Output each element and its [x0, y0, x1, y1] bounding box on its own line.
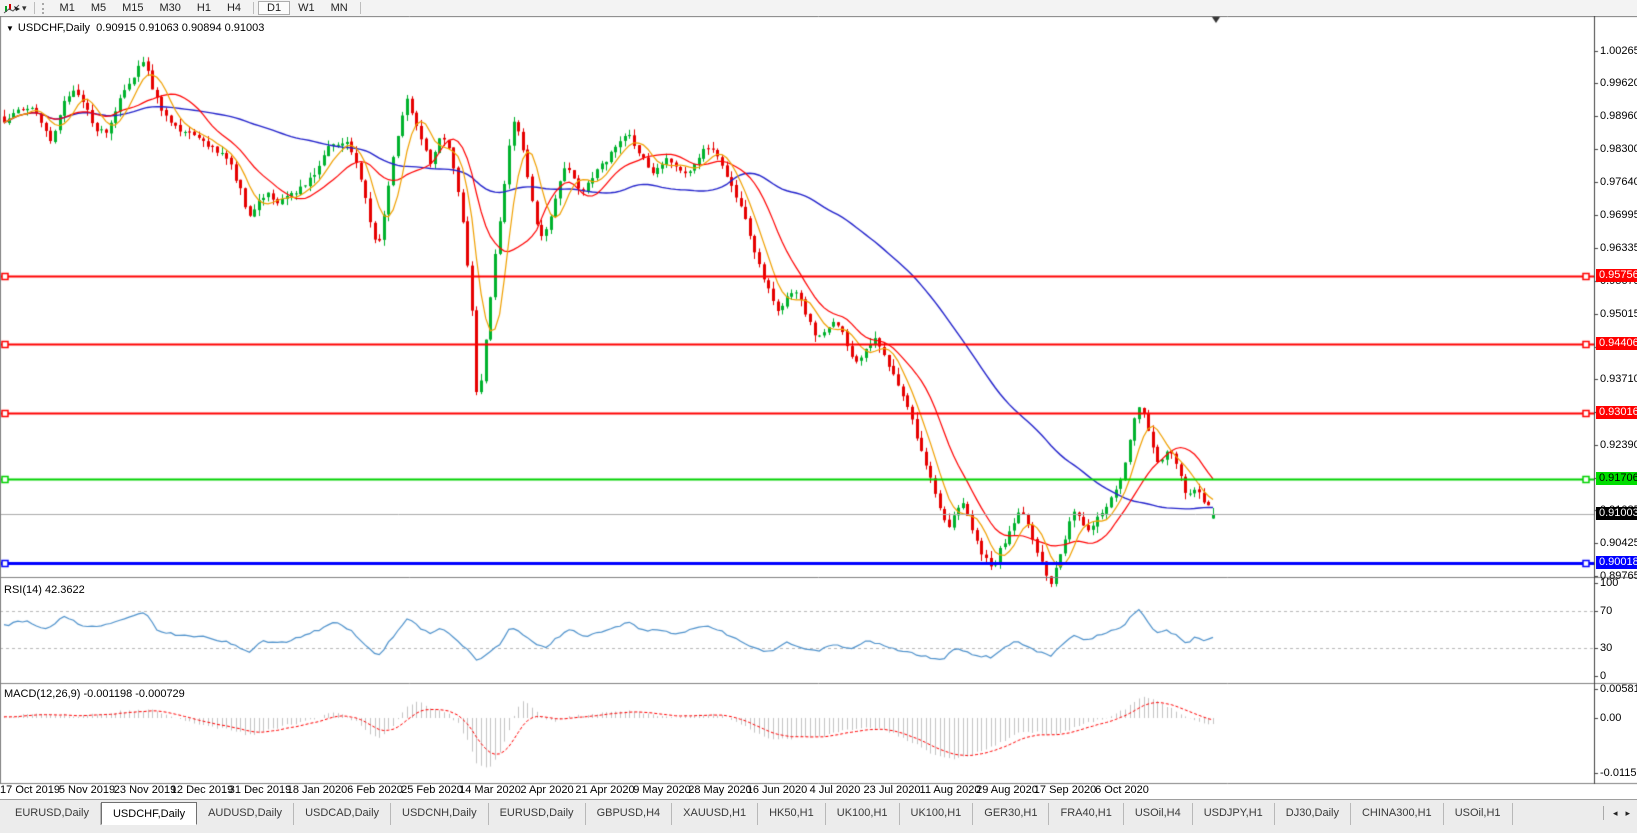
- macd-tick-label: 0.00: [1600, 712, 1637, 724]
- timeframe-m30[interactable]: M30: [152, 1, 189, 15]
- timeframe-w1[interactable]: W1: [290, 1, 323, 15]
- price-tick-label: 0.92390: [1600, 439, 1637, 451]
- chart-tab-bar: EURUSD,DailyUSDCHF,DailyAUDUSD,DailyUSDC…: [0, 799, 1637, 833]
- timeframe-toolbar: ▾ M1M5M15M30H1H4 D1W1MN: [0, 0, 1637, 17]
- price-badge-0.95756: 0.95756: [1596, 269, 1637, 282]
- chart-tab-eurusd-daily[interactable]: EURUSD,Daily: [489, 803, 586, 825]
- chart-tab-usdcad-daily[interactable]: USDCAD,Daily: [294, 803, 391, 825]
- price-tick-label: 1.00265: [1600, 45, 1637, 57]
- chart-canvas[interactable]: [0, 16, 1637, 799]
- price-tick-label: 0.90425: [1600, 537, 1637, 549]
- chart-tab-fra40-h1[interactable]: FRA40,H1: [1049, 803, 1123, 825]
- date-tick-label: 4 Jul 2020: [810, 784, 861, 796]
- date-tick-label: 31 Dec 2019: [229, 784, 291, 796]
- macd-tick-label: 0.005818: [1600, 683, 1637, 695]
- dropdown-caret-icon[interactable]: ▾: [22, 3, 27, 14]
- date-tick-label: 21 Apr 2020: [575, 784, 634, 796]
- chart-title: ▼ USDCHF,Daily 0.90915 0.91063 0.90894 0.…: [6, 22, 264, 34]
- chart-tab-gbpusd-h4[interactable]: GBPUSD,H4: [586, 803, 673, 825]
- date-tick-label: 5 Nov 2019: [59, 784, 115, 796]
- date-tick-label: 17 Oct 2019: [0, 784, 60, 796]
- chart-ohlc-values: 0.90915 0.91063 0.90894 0.91003: [96, 22, 264, 34]
- date-tick-label: 2 Apr 2020: [520, 784, 573, 796]
- price-tick-label: 0.96995: [1600, 209, 1637, 221]
- timeframe-d1[interactable]: D1: [258, 1, 290, 15]
- chart-tab-xauusd-h1[interactable]: XAUUSD,H1: [672, 803, 758, 825]
- rsi-tick-label: 100: [1600, 577, 1637, 589]
- price-tick-label: 0.99620: [1600, 77, 1637, 89]
- price-tick-label: 0.98300: [1600, 143, 1637, 155]
- date-tick-label: 25 Feb 2020: [401, 784, 463, 796]
- chart-tab-uk100-h1[interactable]: UK100,H1: [900, 803, 974, 825]
- date-tick-label: 6 Feb 2020: [347, 784, 403, 796]
- timeframe-m1[interactable]: M1: [52, 1, 83, 15]
- price-tick-label: 0.95015: [1600, 308, 1637, 320]
- timeframe-h1[interactable]: H1: [189, 1, 219, 15]
- timeframe-mn[interactable]: MN: [323, 1, 356, 15]
- macd-indicator-label: MACD(12,26,9) -0.001198 -0.000729: [4, 688, 185, 700]
- date-tick-label: 28 May 2020: [688, 784, 752, 796]
- date-tick-label: 17 Sep 2020: [1034, 784, 1096, 796]
- price-tick-label: 0.93710: [1600, 373, 1637, 385]
- timeframe-m5[interactable]: M5: [83, 1, 114, 15]
- chart-tab-usdchf-daily[interactable]: USDCHF,Daily: [101, 802, 197, 825]
- chart-tab-dj30-daily[interactable]: DJ30,Daily: [1275, 803, 1351, 825]
- tab-scroll-separator: [1603, 806, 1604, 820]
- date-tick-label: 9 May 2020: [633, 784, 690, 796]
- rsi-tick-label: 0: [1600, 670, 1637, 682]
- charts-icon[interactable]: [3, 2, 21, 15]
- collapse-caret-icon[interactable]: ▼: [6, 24, 14, 33]
- price-badge-0.91706: 0.91706: [1596, 472, 1637, 485]
- chart-tab-china300-h1[interactable]: CHINA300,H1: [1351, 803, 1444, 825]
- date-tick-label: 11 Aug 2020: [920, 784, 981, 796]
- date-tick-label: 18 Jan 2020: [287, 784, 348, 796]
- date-tick-label: 23 Jul 2020: [864, 784, 921, 796]
- chart-tab-audusd-daily[interactable]: AUDUSD,Daily: [197, 803, 294, 825]
- price-badge-0.91003: 0.91003: [1596, 507, 1637, 520]
- rsi-tick-label: 70: [1600, 605, 1637, 617]
- chart-tabs: EURUSD,DailyUSDCHF,DailyAUDUSD,DailyUSDC…: [4, 803, 1513, 825]
- chart-tab-ger30-h1[interactable]: GER30,H1: [973, 803, 1049, 825]
- toolbar-grip-handle[interactable]: [42, 3, 47, 14]
- chart-tab-usdjpy-h1[interactable]: USDJPY,H1: [1193, 803, 1275, 825]
- toolbar-separator: [360, 2, 361, 14]
- timeframe-m15[interactable]: M15: [114, 1, 151, 15]
- tab-scroll-left-icon[interactable]: ◂: [1609, 808, 1622, 819]
- date-tick-label: 23 Nov 2019: [114, 784, 176, 796]
- tab-scroll-controls: ◂ ▸: [1598, 806, 1634, 820]
- tab-scroll-right-icon[interactable]: ▸: [1621, 808, 1634, 819]
- rsi-indicator-label: RSI(14) 42.3622: [4, 584, 85, 596]
- chart-symbol-period: USDCHF,Daily: [18, 22, 90, 34]
- chart-tab-usoil-h1[interactable]: USOil,H1: [1444, 803, 1513, 825]
- date-tick-label: 14 Mar 2020: [459, 784, 521, 796]
- chart-tab-usdcnh-daily[interactable]: USDCNH,Daily: [391, 803, 489, 825]
- price-badge-0.94406: 0.94406: [1596, 337, 1637, 350]
- date-tick-label: 16 Jun 2020: [747, 784, 808, 796]
- chart-tab-uk100-h1[interactable]: UK100,H1: [826, 803, 900, 825]
- chart-tab-eurusd-daily[interactable]: EURUSD,Daily: [4, 803, 101, 825]
- price-tick-label: 0.96335: [1600, 242, 1637, 254]
- price-badge-0.93016: 0.93016: [1596, 406, 1637, 419]
- chart-window: ▼ USDCHF,Daily 0.90915 0.91063 0.90894 0.…: [0, 16, 1637, 799]
- timeframe-buttons: M1M5M15M30H1H4 D1W1MN: [52, 1, 365, 15]
- toolbar-separator: [253, 2, 254, 14]
- rsi-tick-label: 30: [1600, 642, 1637, 654]
- chart-tab-usoil-h4[interactable]: USOil,H4: [1124, 803, 1193, 825]
- date-tick-label: 6 Oct 2020: [1095, 784, 1149, 796]
- price-tick-label: 0.97640: [1600, 176, 1637, 188]
- toolbar-separator: [34, 2, 35, 14]
- price-badge-0.90018: 0.90018: [1596, 556, 1637, 569]
- timeframe-h4[interactable]: H4: [219, 1, 249, 15]
- price-tick-label: 0.98960: [1600, 110, 1637, 122]
- date-tick-label: 29 Aug 2020: [976, 784, 1038, 796]
- date-tick-label: 12 Dec 2019: [171, 784, 233, 796]
- chart-tab-hk50-h1[interactable]: HK50,H1: [758, 803, 826, 825]
- macd-tick-label: -0.011514: [1600, 767, 1637, 779]
